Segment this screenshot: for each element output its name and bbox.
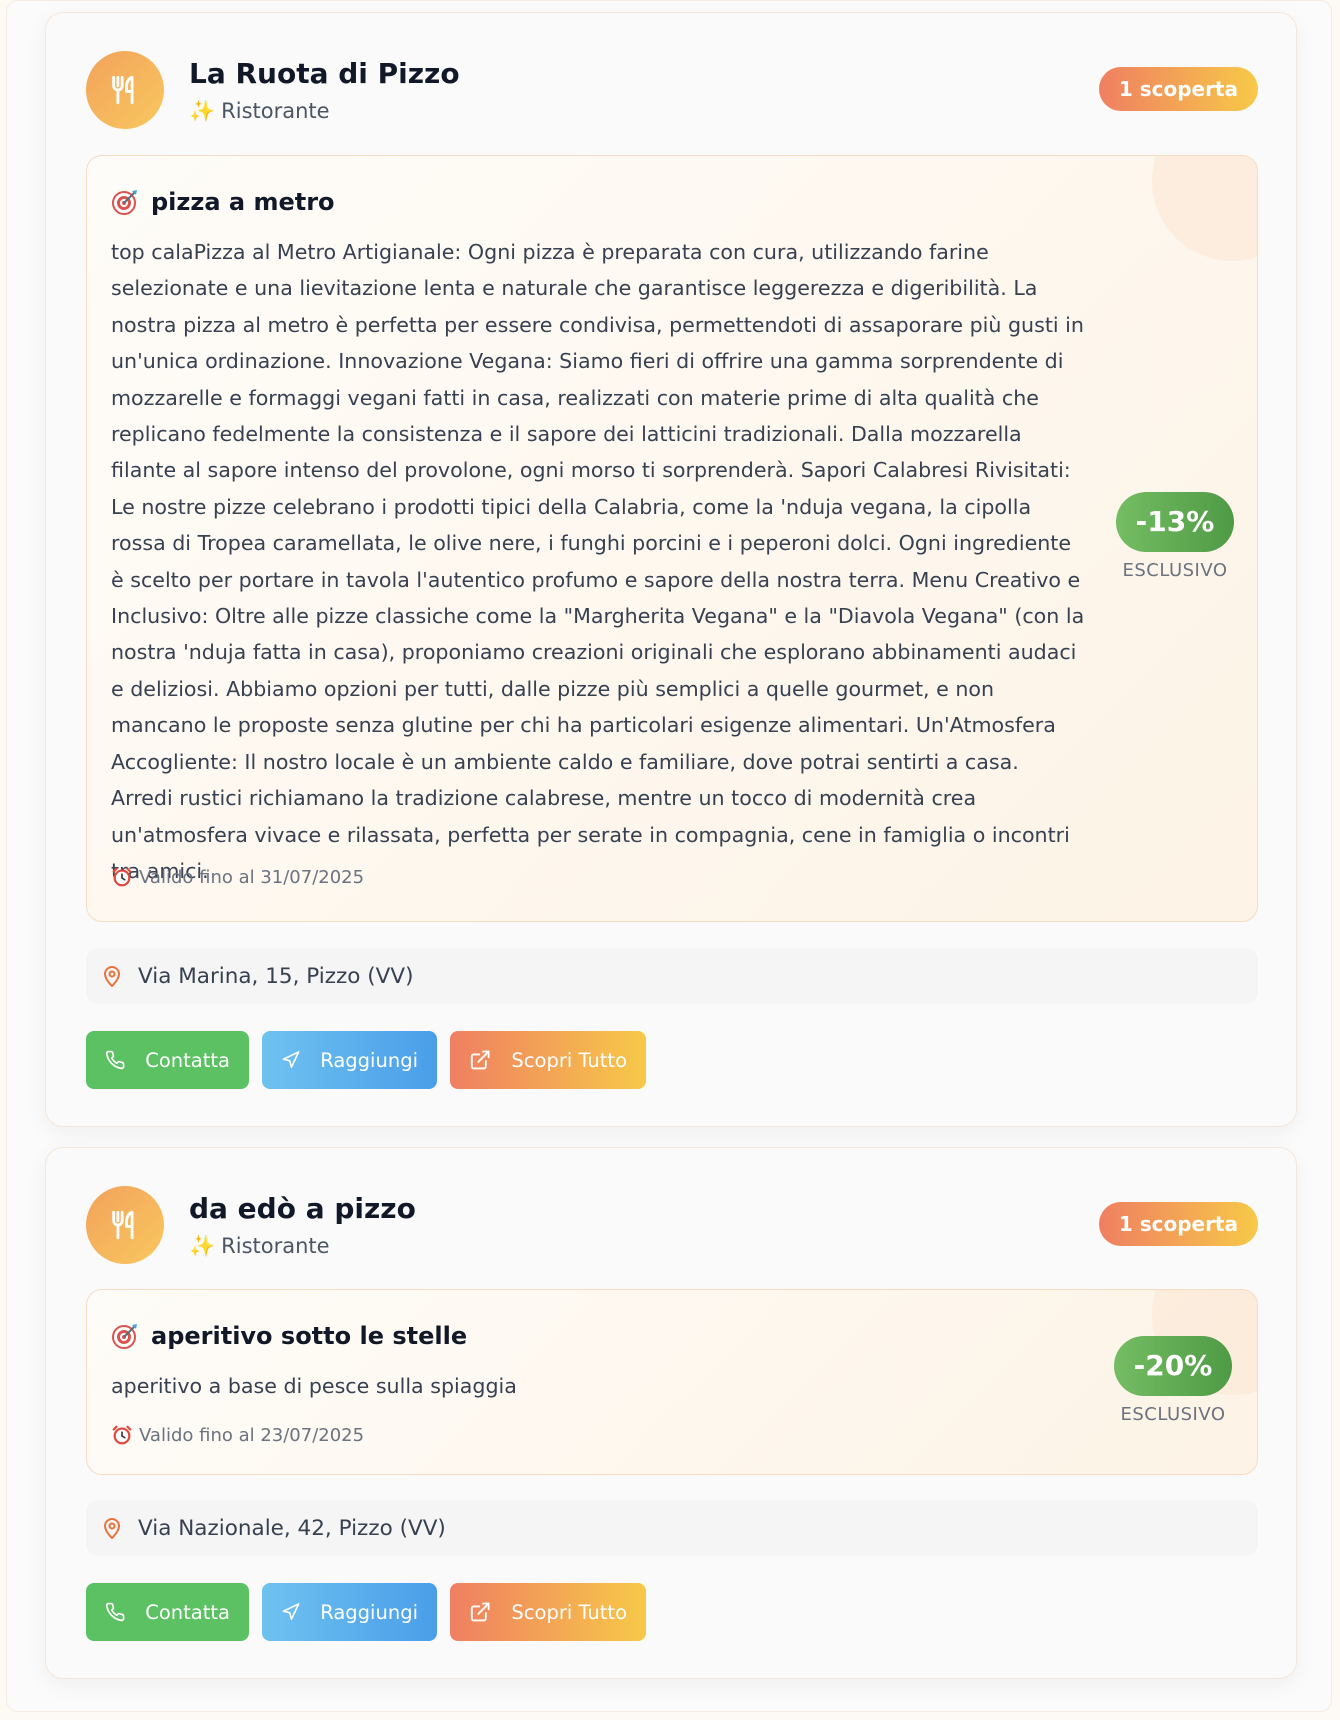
discount-block: -13% ESCLUSIVO [1112, 492, 1238, 581]
exclusive-label: ESCLUSIVO [1120, 1404, 1226, 1425]
discoveries-badge: 1 scoperta [1098, 67, 1258, 111]
discover-label: Scopri Tutto [511, 1048, 627, 1072]
address-text: Via Marina, 15, Pizzo (VV) [138, 963, 414, 989]
directions-button[interactable]: Raggiungi [262, 1031, 437, 1089]
offer-validity: Valido fino al 31/07/2025 [111, 866, 364, 888]
category-label: Ristorante [221, 99, 330, 123]
business-category: ✨ Ristorante [189, 1234, 330, 1259]
directions-button[interactable]: Raggiungi [262, 1583, 437, 1641]
business-name: La Ruota di Pizzo [189, 57, 460, 90]
phone-icon [105, 1602, 125, 1622]
directions-label: Raggiungi [320, 1600, 418, 1624]
discoveries-badge: 1 scoperta [1098, 1202, 1258, 1246]
discount-badge: -13% [1115, 492, 1235, 552]
contact-label: Contatta [145, 1048, 230, 1072]
map-pin-icon [104, 966, 120, 987]
discount-badge: -20% [1113, 1336, 1233, 1396]
discover-button[interactable]: Scopri Tutto [450, 1031, 646, 1089]
contact-button[interactable]: Contatta [86, 1031, 249, 1089]
action-buttons: Contatta Raggiungi Scopri Tutto [86, 1583, 646, 1641]
offer-title: aperitivo sotto le stelle [111, 1322, 467, 1350]
offer-title-text: pizza a metro [151, 188, 335, 216]
offer-description: top calaPizza al Metro Artigianale: Ogni… [111, 240, 1085, 883]
address-text: Via Nazionale, 42, Pizzo (VV) [138, 1515, 446, 1541]
offer-validity: Valido fino al 23/07/2025 [111, 1424, 364, 1446]
sparkles-icon: ✨ [189, 1234, 216, 1258]
sparkles-icon: ✨ [189, 99, 216, 123]
business-card: La Ruota di Pizzo ✨ Ristorante 1 scoperta… [45, 12, 1297, 1127]
avatar [86, 1186, 164, 1264]
target-icon [112, 1324, 137, 1349]
offer-box: aperitivo sotto le stelle aperitivo a ba… [86, 1289, 1258, 1475]
offer-title-text: aperitivo sotto le stelle [151, 1322, 468, 1350]
validity-text: Valido fino al 31/07/2025 [139, 866, 365, 888]
contact-button[interactable]: Contatta [86, 1583, 249, 1641]
external-link-icon [470, 1050, 490, 1070]
avatar [86, 51, 164, 129]
target-icon [112, 190, 137, 215]
exclusive-label: ESCLUSIVO [1122, 560, 1228, 581]
card-header: da edò a pizzo ✨ Ristorante 1 scoperta [86, 1186, 1258, 1264]
alarm-clock-icon [112, 1425, 132, 1445]
business-name: da edò a pizzo [189, 1192, 416, 1225]
phone-icon [105, 1050, 125, 1070]
alarm-clock-icon [112, 867, 132, 887]
business-category: ✨ Ristorante [189, 99, 330, 124]
offer-description: aperitivo a base di pesce sulla spiaggia [111, 1374, 517, 1398]
navigation-arrow-icon [282, 1603, 300, 1621]
contact-label: Contatta [145, 1600, 230, 1624]
fork-knife-icon [112, 1210, 134, 1240]
business-card: da edò a pizzo ✨ Ristorante 1 scoperta ap… [45, 1147, 1297, 1679]
navigation-arrow-icon [282, 1051, 300, 1069]
map-pin-icon [104, 1518, 120, 1539]
discover-label: Scopri Tutto [511, 1600, 627, 1624]
category-label: Ristorante [221, 1234, 330, 1258]
discount-block: -20% ESCLUSIVO [1110, 1336, 1236, 1425]
discover-button[interactable]: Scopri Tutto [450, 1583, 646, 1641]
address-row: Via Nazionale, 42, Pizzo (VV) [86, 1500, 1258, 1556]
directions-label: Raggiungi [320, 1048, 418, 1072]
fork-knife-icon [112, 75, 134, 105]
address-row: Via Marina, 15, Pizzo (VV) [86, 948, 1258, 1004]
card-header: La Ruota di Pizzo ✨ Ristorante 1 scoperta [86, 51, 1258, 129]
validity-text: Valido fino al 23/07/2025 [139, 1424, 365, 1446]
page: La Ruota di Pizzo ✨ Ristorante 1 scoperta… [0, 0, 1340, 1720]
offer-box: pizza a metro top calaPizza al Metro Art… [86, 155, 1258, 922]
external-link-icon [470, 1602, 490, 1622]
action-buttons: Contatta Raggiungi Scopri Tutto [86, 1031, 646, 1089]
offer-title: pizza a metro [111, 188, 335, 216]
